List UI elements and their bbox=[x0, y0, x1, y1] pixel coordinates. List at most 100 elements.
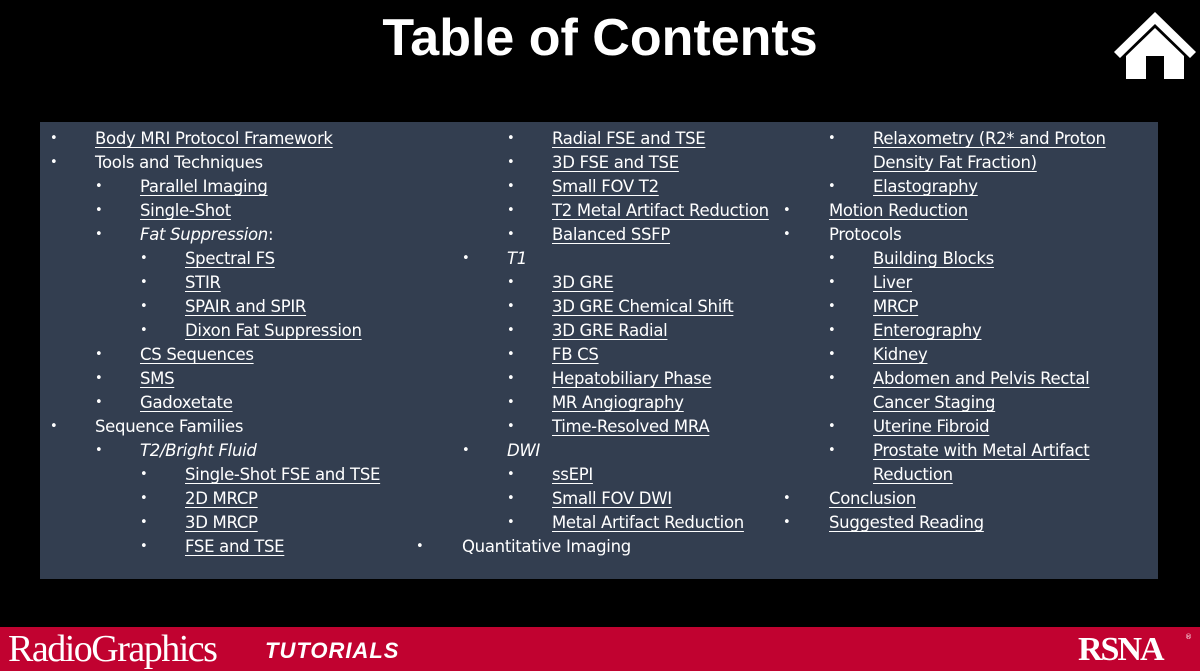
toc-item-label[interactable]: Balanced SSFP bbox=[552, 225, 670, 244]
toc-item-label[interactable]: Parallel Imaging bbox=[140, 177, 268, 196]
toc-item-label[interactable]: 2D MRCP bbox=[185, 489, 258, 508]
toc-item-label[interactable]: 3D MRCP bbox=[185, 513, 258, 532]
toc-link[interactable]: Liver bbox=[873, 271, 912, 295]
toc-link[interactable]: Small FOV T2 bbox=[552, 175, 659, 199]
toc-link[interactable]: Balanced SSFP bbox=[552, 223, 670, 247]
toc-item-label: Quantitative Imaging bbox=[462, 537, 631, 556]
toc-item-label[interactable]: Motion Reduction bbox=[829, 201, 968, 220]
toc-item-label[interactable]: FB CS bbox=[552, 345, 599, 364]
toc-item-label[interactable]: Building Blocks bbox=[873, 249, 994, 268]
toc-link[interactable]: Single-Shot FSE and TSE bbox=[185, 463, 380, 487]
toc-link[interactable]: Suggested Reading bbox=[829, 511, 984, 535]
bullet-icon: • bbox=[507, 515, 515, 530]
toc-item-label[interactable]: Radial FSE and TSE bbox=[552, 129, 706, 148]
toc-item-label[interactable]: Liver bbox=[873, 273, 912, 292]
home-button[interactable] bbox=[1112, 8, 1198, 82]
toc-link[interactable]: SMS bbox=[140, 367, 175, 391]
toc-link[interactable]: Abdomen and Pelvis Rectal Cancer Staging bbox=[873, 367, 1123, 415]
toc-item-label[interactable]: Small FOV DWI bbox=[552, 489, 672, 508]
bullet-icon: • bbox=[783, 515, 791, 530]
toc-link[interactable]: Body MRI Protocol Framework bbox=[95, 127, 333, 151]
toc-item-label[interactable]: Gadoxetate bbox=[140, 393, 233, 412]
toc-item-label[interactable]: MRCP bbox=[873, 297, 918, 316]
toc-link[interactable]: Single-Shot bbox=[140, 199, 231, 223]
toc-item-label[interactable]: Prostate with Metal Artifact Reduction bbox=[873, 441, 1090, 484]
toc-link[interactable]: Small FOV DWI bbox=[552, 487, 672, 511]
toc-item-label[interactable]: Spectral FS bbox=[185, 249, 275, 268]
toc-link[interactable]: 3D GRE Radial bbox=[552, 319, 668, 343]
toc-heading: Quantitative Imaging bbox=[462, 535, 631, 559]
toc-item-label[interactable]: Suggested Reading bbox=[829, 513, 984, 532]
toc-item-label[interactable]: Metal Artifact Reduction bbox=[552, 513, 744, 532]
toc-link[interactable]: Conclusion bbox=[829, 487, 916, 511]
toc-link[interactable]: MRCP bbox=[873, 295, 918, 319]
toc-link[interactable]: 3D GRE bbox=[552, 271, 614, 295]
toc-link[interactable]: 3D GRE Chemical Shift bbox=[552, 295, 734, 319]
footer-bar: RadioGraphics TUTORIALS RSNA ® bbox=[0, 627, 1200, 671]
toc-link[interactable]: T2 Metal Artifact Reduction bbox=[552, 199, 769, 223]
toc-item-label[interactable]: Enterography bbox=[873, 321, 982, 340]
toc-item-label[interactable]: Abdomen and Pelvis Rectal Cancer Staging bbox=[873, 369, 1090, 412]
toc-link[interactable]: 3D FSE and TSE bbox=[552, 151, 679, 175]
toc-link[interactable]: Motion Reduction bbox=[829, 199, 968, 223]
toc-link[interactable]: Elastography bbox=[873, 175, 978, 199]
toc-link[interactable]: Prostate with Metal Artifact Reduction bbox=[873, 439, 1123, 487]
bullet-icon: • bbox=[507, 275, 515, 290]
toc-item-label[interactable]: CS Sequences bbox=[140, 345, 254, 364]
toc-link[interactable]: Uterine Fibroid bbox=[873, 415, 990, 439]
radiographics-logo: RadioGraphics bbox=[8, 628, 218, 670]
toc-item-label[interactable]: 3D FSE and TSE bbox=[552, 153, 679, 172]
toc-item-label[interactable]: Uterine Fibroid bbox=[873, 417, 990, 436]
toc-item-label[interactable]: Elastography bbox=[873, 177, 978, 196]
bullet-icon: • bbox=[95, 179, 103, 194]
toc-item-label[interactable]: 3D GRE Chemical Shift bbox=[552, 297, 734, 316]
toc-link[interactable]: CS Sequences bbox=[140, 343, 254, 367]
bullet-icon: • bbox=[783, 491, 791, 506]
toc-link[interactable]: Metal Artifact Reduction bbox=[552, 511, 744, 535]
toc-link[interactable]: Spectral FS bbox=[185, 247, 275, 271]
toc-link[interactable]: Parallel Imaging bbox=[140, 175, 268, 199]
toc-link[interactable]: 3D MRCP bbox=[185, 511, 258, 535]
registered-mark: ® bbox=[1185, 633, 1192, 641]
toc-link[interactable]: FSE and TSE bbox=[185, 535, 285, 559]
toc-item-label[interactable]: T2 Metal Artifact Reduction bbox=[552, 201, 769, 220]
toc-item-label[interactable]: Single-Shot FSE and TSE bbox=[185, 465, 380, 484]
toc-item-label[interactable]: SMS bbox=[140, 369, 175, 388]
toc-item-label[interactable]: Small FOV T2 bbox=[552, 177, 659, 196]
toc-link[interactable]: Enterography bbox=[873, 319, 982, 343]
toc-item-label[interactable]: STIR bbox=[185, 273, 221, 292]
toc-link[interactable]: SPAIR and SPIR bbox=[185, 295, 306, 319]
toc-item-label[interactable]: 3D GRE bbox=[552, 273, 614, 292]
tutorials-label: TUTORIALS bbox=[265, 638, 400, 663]
toc-link[interactable]: Dixon Fat Suppression bbox=[185, 319, 362, 343]
toc-link[interactable]: Relaxometry (R2* and Proton Density Fat … bbox=[873, 127, 1123, 175]
toc-item-label[interactable]: 3D GRE Radial bbox=[552, 321, 668, 340]
toc-link[interactable]: Building Blocks bbox=[873, 247, 994, 271]
toc-item-label[interactable]: Single-Shot bbox=[140, 201, 231, 220]
toc-link[interactable]: STIR bbox=[185, 271, 221, 295]
bullet-icon: • bbox=[50, 155, 58, 170]
bullet-icon: • bbox=[416, 539, 424, 554]
toc-item-label[interactable]: SPAIR and SPIR bbox=[185, 297, 306, 316]
toc-link[interactable]: Radial FSE and TSE bbox=[552, 127, 706, 151]
toc-item-label[interactable]: FSE and TSE bbox=[185, 537, 285, 556]
toc-item-label[interactable]: Relaxometry (R2* and Proton Density Fat … bbox=[873, 129, 1106, 172]
toc-link[interactable]: Kidney bbox=[873, 343, 928, 367]
toc-link[interactable]: ssEPI bbox=[552, 463, 593, 487]
toc-item-label[interactable]: Hepatobiliary Phase bbox=[552, 369, 712, 388]
toc-link[interactable]: Time-Resolved MRA bbox=[552, 415, 710, 439]
toc-item-label[interactable]: Time-Resolved MRA bbox=[552, 417, 710, 436]
toc-item-label[interactable]: Conclusion bbox=[829, 489, 916, 508]
toc-link[interactable]: Hepatobiliary Phase bbox=[552, 367, 712, 391]
toc-item-label[interactable]: ssEPI bbox=[552, 465, 593, 484]
toc-item-label[interactable]: Dixon Fat Suppression bbox=[185, 321, 362, 340]
toc-link[interactable]: 2D MRCP bbox=[185, 487, 258, 511]
toc-link[interactable]: FB CS bbox=[552, 343, 599, 367]
toc-link[interactable]: MR Angiography bbox=[552, 391, 684, 415]
toc-link[interactable]: Gadoxetate bbox=[140, 391, 233, 415]
toc-item-label[interactable]: MR Angiography bbox=[552, 393, 684, 412]
toc-item-label: Tools and Techniques bbox=[95, 153, 263, 172]
bullet-icon: • bbox=[50, 131, 58, 146]
toc-item-label[interactable]: Body MRI Protocol Framework bbox=[95, 129, 333, 148]
toc-item-label[interactable]: Kidney bbox=[873, 345, 928, 364]
